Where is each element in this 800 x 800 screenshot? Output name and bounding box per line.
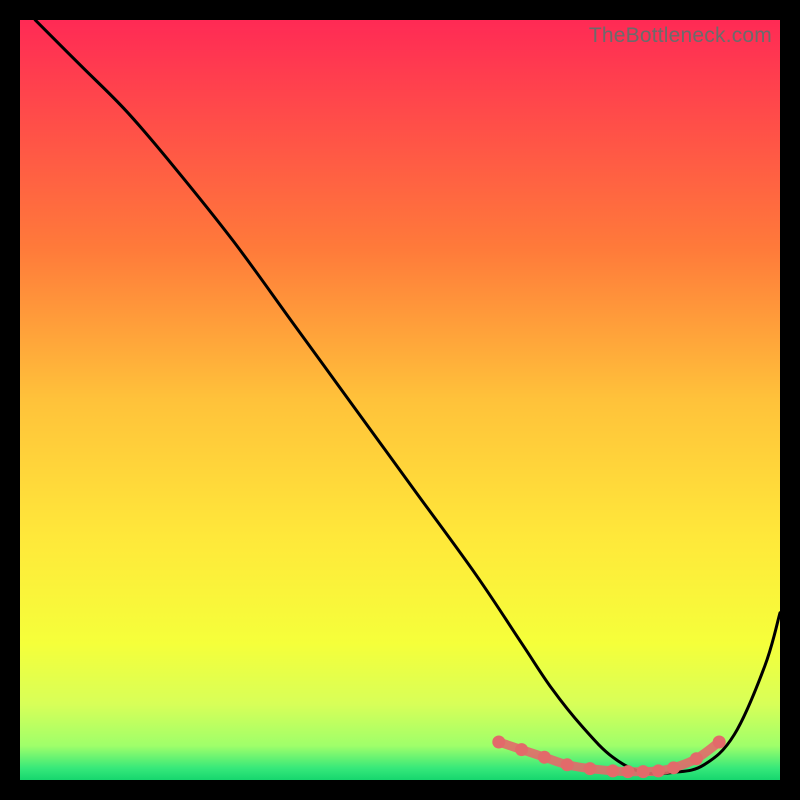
optimal-range-marker (538, 751, 551, 764)
optimal-range-marker (515, 743, 528, 756)
optimal-range-marker (584, 762, 597, 775)
optimal-range-marker (492, 736, 505, 749)
optimal-range-marker (637, 765, 650, 778)
bottleneck-chart (20, 20, 780, 780)
optimal-range-marker (713, 736, 726, 749)
optimal-range-marker (622, 765, 635, 778)
optimal-range-marker (561, 758, 574, 771)
gradient-background (20, 20, 780, 780)
optimal-range-marker (606, 764, 619, 777)
watermark-text: TheBottleneck.com (589, 24, 772, 48)
optimal-range-marker (667, 761, 680, 774)
optimal-range-marker (652, 764, 665, 777)
chart-frame: TheBottleneck.com (20, 20, 780, 780)
optimal-range-marker (690, 752, 703, 765)
